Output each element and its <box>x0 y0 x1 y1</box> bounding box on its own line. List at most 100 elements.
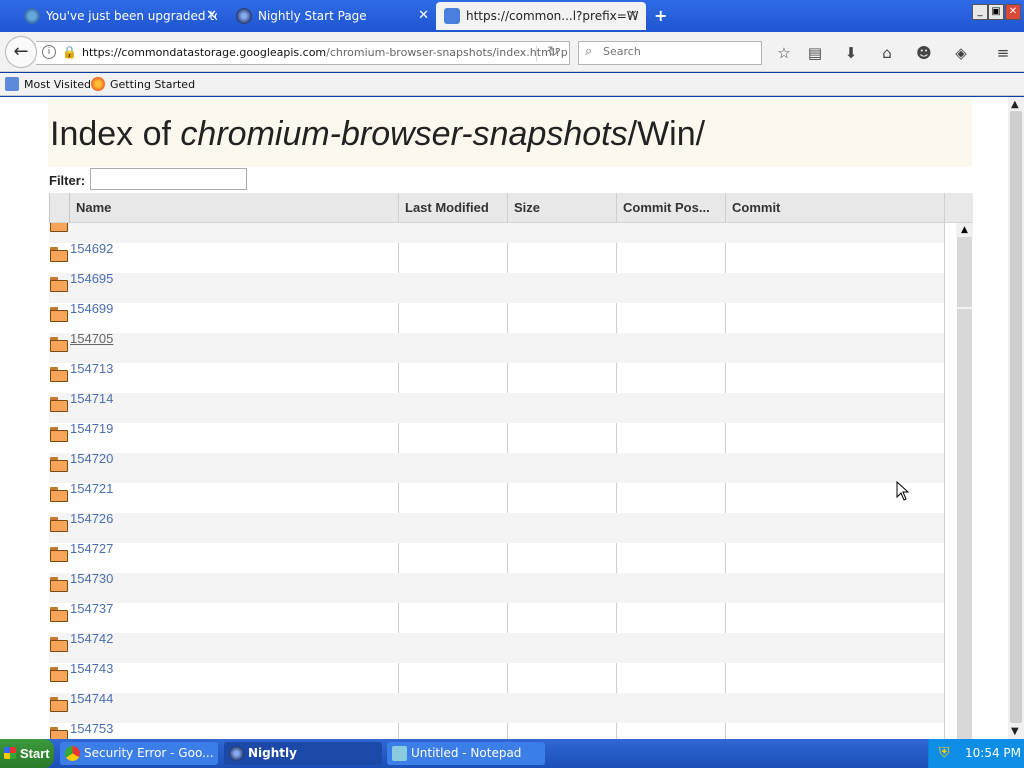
scrollbar-thumb-lower[interactable] <box>957 309 972 739</box>
grid-scrollbar[interactable]: ▲ <box>956 223 973 739</box>
folder-link[interactable]: 154721 <box>70 481 113 496</box>
table-row[interactable]: 154742 <box>49 631 944 663</box>
folder-link[interactable]: 154743 <box>70 661 113 676</box>
table-row[interactable]: 154714 <box>49 391 944 423</box>
tab-nightly-start[interactable]: Nightly Start Page ✕ <box>212 2 437 30</box>
hello-chat-icon[interactable]: ☻ <box>914 43 934 63</box>
task-label: Untitled - Notepad <box>411 746 522 760</box>
bookmarks-list-icon[interactable]: ▤ <box>805 43 825 63</box>
folder-icon <box>50 667 68 682</box>
minimize-button[interactable]: _ <box>972 4 988 20</box>
filter-input[interactable] <box>90 168 247 190</box>
title-prefix: Index of <box>50 115 181 153</box>
folder-icon <box>50 487 68 502</box>
table-row[interactable]: 154753 <box>49 721 944 739</box>
navigation-toolbar: i 🔒 https://commondatastorage.googleapis… <box>0 32 1024 72</box>
folder-link[interactable]: 154727 <box>70 541 113 556</box>
table-row[interactable]: 154705 <box>49 331 944 363</box>
bookmark-most-visited[interactable]: Most Visited <box>5 77 91 91</box>
page-scrollbar-thumb[interactable] <box>1010 111 1022 723</box>
folder-link[interactable]: 154713 <box>70 361 113 376</box>
page-title: Index of chromium-browser-snapshots/Win/ <box>50 115 705 154</box>
table-row[interactable]: 154737 <box>49 601 944 633</box>
table-row[interactable]: 154713 <box>49 361 944 393</box>
folder-link[interactable]: 154753 <box>70 721 113 736</box>
folder-icon <box>5 77 19 91</box>
table-row[interactable]: 154719 <box>49 421 944 453</box>
table-row[interactable]: 154692 <box>49 241 944 273</box>
folder-link[interactable]: 154705 <box>70 331 113 346</box>
page-content: Index of chromium-browser-snapshots/Win/… <box>0 97 1008 739</box>
tab-upgraded[interactable]: You've just been upgraded to... ✕ <box>0 2 225 30</box>
table-row[interactable]: 154744 <box>49 691 944 723</box>
menu-icon[interactable]: ≡ <box>993 43 1013 63</box>
page-scrollbar[interactable]: ▲ ▼ <box>1008 97 1024 739</box>
table-row[interactable]: 154727 <box>49 541 944 573</box>
close-icon[interactable]: ✕ <box>418 8 429 23</box>
pocket-icon[interactable]: ◈ <box>951 43 971 63</box>
folder-icon <box>50 397 68 412</box>
clock: 10:54 PM <box>965 746 1021 760</box>
bookmark-star-icon[interactable]: ☆ <box>774 43 794 63</box>
column-header-commit[interactable]: Commit <box>725 193 944 223</box>
close-window-button[interactable]: ✕ <box>1005 4 1021 20</box>
table-row[interactable]: 154721 <box>49 481 944 513</box>
table-row[interactable]: 154743 <box>49 661 944 693</box>
table-row[interactable]: 154720 <box>49 451 944 483</box>
lock-icon[interactable]: 🔒 <box>62 45 77 59</box>
close-icon[interactable]: ✕ <box>627 8 638 23</box>
home-icon[interactable]: ⌂ <box>877 43 897 63</box>
url-path: /chromium-browser-snapshots/index.html?p <box>326 46 568 59</box>
column-header-commit-pos[interactable]: Commit Pos... <box>616 193 725 223</box>
address-bar[interactable]: i 🔒 https://commondatastorage.googleapis… <box>36 41 570 65</box>
folder-link[interactable]: 154695 <box>70 271 113 286</box>
folder-link[interactable]: 154726 <box>70 511 113 526</box>
start-button[interactable]: Start <box>0 739 54 768</box>
folder-link[interactable]: 154730 <box>70 571 113 586</box>
search-input[interactable] <box>603 45 753 58</box>
back-button[interactable]: ← <box>5 36 37 68</box>
scroll-down-arrow-icon[interactable]: ▼ <box>1011 726 1019 737</box>
table-row[interactable]: 154726 <box>49 511 944 543</box>
folder-link[interactable]: 154737 <box>70 601 113 616</box>
system-tray: ⛨ 10:54 PM <box>928 739 1024 768</box>
header-spacer <box>49 193 69 223</box>
folder-link[interactable]: 154744 <box>70 691 113 706</box>
title-bucket: chromium-browser-snapshots <box>180 115 628 153</box>
filter-label: Filter: <box>49 173 86 188</box>
folder-link[interactable]: 154692 <box>70 241 113 256</box>
bookmark-label: Getting Started <box>110 77 196 91</box>
folder-icon <box>50 307 68 322</box>
tab-title: Nightly Start Page <box>258 9 367 23</box>
scroll-up-arrow-icon[interactable]: ▲ <box>1011 99 1019 110</box>
table-row[interactable]: 154695 <box>49 271 944 303</box>
table-row[interactable]: 154730 <box>49 571 944 603</box>
scroll-up-arrow-icon[interactable]: ▲ <box>956 223 973 237</box>
folder-link[interactable]: 154714 <box>70 391 113 406</box>
column-header-last-modified[interactable]: Last Modified <box>398 193 507 223</box>
scrollbar-thumb[interactable] <box>957 237 972 307</box>
table-row[interactable]: 154699 <box>49 301 944 333</box>
info-icon[interactable]: i <box>42 45 56 59</box>
url-host: https://commondatastorage.googleapis.com <box>82 46 327 59</box>
task-security-error[interactable]: Security Error - Goo... <box>60 742 218 765</box>
folder-link[interactable]: 154699 <box>70 301 113 316</box>
search-box[interactable]: ⌕ <box>578 41 762 65</box>
download-icon[interactable]: ⬇ <box>841 43 861 63</box>
task-notepad[interactable]: Untitled - Notepad <box>387 742 545 765</box>
security-shield-icon[interactable]: ⛨ <box>939 745 950 761</box>
firefox-nightly-icon <box>24 8 40 24</box>
table-row[interactable]: 154685 <box>49 223 944 243</box>
task-nightly[interactable]: Nightly <box>224 742 382 765</box>
reload-icon[interactable]: ↻ <box>547 44 559 60</box>
folder-link[interactable]: 154685 <box>70 223 113 226</box>
bookmark-getting-started[interactable]: Getting Started <box>91 77 195 91</box>
restore-button[interactable]: ▣ <box>988 4 1004 20</box>
column-header-name[interactable]: Name <box>69 193 398 223</box>
folder-link[interactable]: 154719 <box>70 421 113 436</box>
new-tab-button[interactable]: + <box>654 6 667 25</box>
folder-link[interactable]: 154720 <box>70 451 113 466</box>
column-header-size[interactable]: Size <box>507 193 616 223</box>
folder-link[interactable]: 154742 <box>70 631 113 646</box>
tab-index[interactable]: https://common...l?prefix=Win/ ✕ <box>436 2 646 30</box>
